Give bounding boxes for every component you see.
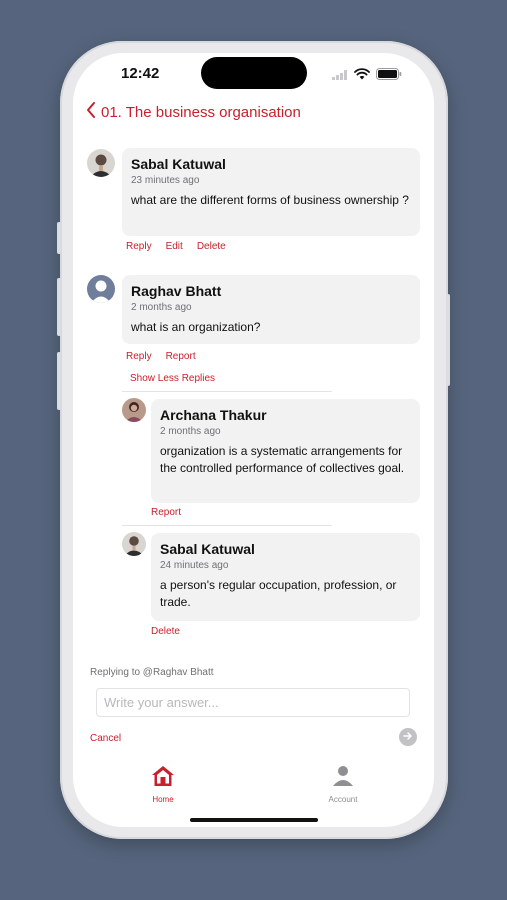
comment-bubble: Sabal Katuwal 23 minutes ago what are th… <box>122 148 420 236</box>
reply-time: 24 minutes ago <box>160 560 229 571</box>
reply-time: 2 months ago <box>160 426 221 437</box>
dynamic-island <box>201 57 307 89</box>
reply-button[interactable]: Reply <box>126 241 152 252</box>
back-chevron-icon[interactable] <box>85 101 97 124</box>
cancel-button[interactable]: Cancel <box>90 733 121 744</box>
avatar <box>122 398 146 422</box>
comment-text: what are the different forms of business… <box>131 193 409 207</box>
delete-button[interactable]: Delete <box>151 626 180 637</box>
answer-input[interactable] <box>96 688 410 717</box>
cellular-signal-icon <box>332 67 348 85</box>
volume-down-button <box>57 352 61 410</box>
home-icon <box>151 765 175 792</box>
report-button[interactable]: Report <box>151 507 181 518</box>
comment-author: Raghav Bhatt <box>131 283 222 299</box>
comment-bubble: Raghav Bhatt 2 months ago what is an org… <box>122 275 420 344</box>
comment-text: what is an organization? <box>131 320 261 334</box>
status-bar: 12:42 <box>73 53 434 97</box>
app-screen: 12:42 01. The business organisation Saba… <box>73 53 434 827</box>
power-button <box>446 294 450 386</box>
reply-button[interactable]: Reply <box>126 351 152 362</box>
delete-button[interactable]: Delete <box>197 241 226 252</box>
reply-author: Archana Thakur <box>160 407 267 423</box>
tab-account[interactable]: Account <box>313 765 373 804</box>
comment-actions: Reply Report <box>126 351 196 362</box>
tab-home[interactable]: Home <box>133 765 193 804</box>
tab-home-label: Home <box>152 795 174 804</box>
volume-up-button <box>57 278 61 336</box>
person-icon <box>332 765 354 792</box>
comment-time: 23 minutes ago <box>131 175 200 186</box>
reply-author: Sabal Katuwal <box>160 541 255 557</box>
comment-time: 2 months ago <box>131 302 192 313</box>
silent-switch <box>57 222 61 254</box>
avatar <box>87 149 115 177</box>
battery-icon <box>376 67 402 85</box>
status-icons <box>332 67 402 85</box>
arrow-right-icon <box>403 728 413 746</box>
report-button[interactable]: Report <box>166 351 196 362</box>
reply-bubble: Sabal Katuwal 24 minutes ago a person's … <box>151 533 420 621</box>
reply-bubble: Archana Thakur 2 months ago organization… <box>151 399 420 503</box>
comment-actions: Reply Edit Delete <box>126 241 226 252</box>
nav-header[interactable]: 01. The business organisation <box>85 101 301 124</box>
avatar <box>122 532 146 556</box>
reply-divider <box>122 525 332 526</box>
reply-text: a person's regular occupation, professio… <box>160 578 397 609</box>
reply-actions: Report <box>151 507 181 518</box>
replies-divider <box>122 391 332 392</box>
edit-button[interactable]: Edit <box>166 241 183 252</box>
status-time: 12:42 <box>121 65 160 82</box>
replying-to-label: Replying to @Raghav Bhatt <box>90 667 214 678</box>
home-indicator <box>190 818 318 822</box>
reply-actions: Delete <box>151 626 180 637</box>
comment-author: Sabal Katuwal <box>131 156 226 172</box>
page-title: 01. The business organisation <box>101 104 301 121</box>
send-button[interactable] <box>399 728 417 746</box>
tab-account-label: Account <box>328 795 358 804</box>
show-less-replies-button[interactable]: Show Less Replies <box>130 373 215 384</box>
wifi-icon <box>354 67 370 85</box>
avatar-placeholder <box>87 275 115 303</box>
reply-text: organization is a systematic arrangement… <box>160 444 405 475</box>
